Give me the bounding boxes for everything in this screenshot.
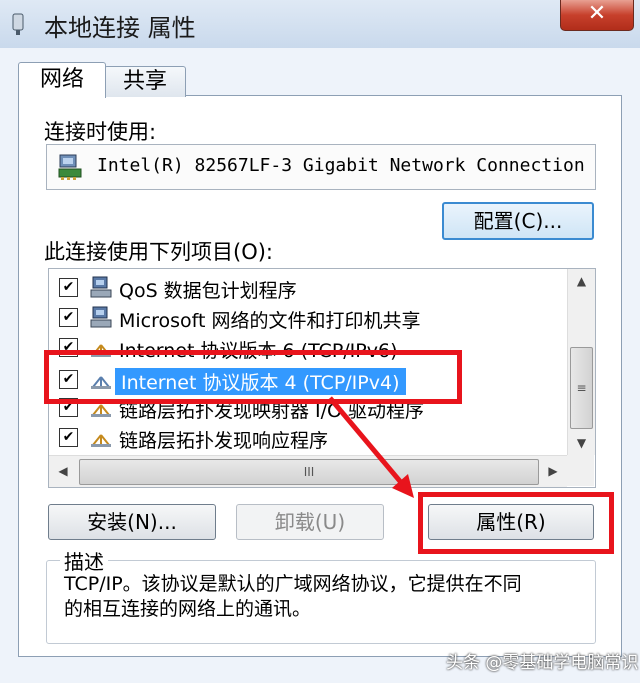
uninstall-button[interactable]: 卸载(U)	[236, 504, 384, 540]
item-checkbox[interactable]: ✔	[59, 278, 78, 297]
scroll-down-icon[interactable]: ▼	[568, 431, 595, 455]
annotation-box-properties	[418, 492, 614, 554]
scrollbar-corner	[567, 455, 594, 486]
scroll-thumb[interactable]: ≡	[570, 347, 593, 429]
items-label: 此连接使用下列项目(O):	[44, 240, 273, 264]
item-label: 链路层拓扑发现响应程序	[119, 430, 329, 452]
description-line: 的相互连接的网络上的通讯。	[64, 598, 312, 620]
scroll-left-icon[interactable]: ◀	[49, 456, 77, 487]
description-legend: 描述	[60, 546, 108, 575]
vertical-scrollbar[interactable]: ▲ ≡ ▼	[567, 269, 595, 455]
description-line: TCP/IP。该协议是默认的广域网络协议，它提供在不同	[64, 573, 522, 595]
service-icon	[90, 306, 112, 328]
watermark: 头条 @零基础学电脑常识	[446, 653, 639, 673]
item-label: QoS 数据包计划程序	[119, 280, 297, 302]
network-connection-icon	[12, 13, 24, 35]
tab-sharing[interactable]: 共享	[104, 66, 186, 97]
scroll-up-icon[interactable]: ▲	[568, 269, 595, 293]
item-checkbox[interactable]: ✔	[59, 428, 78, 447]
scroll-right-icon[interactable]: ▶	[539, 456, 567, 487]
title-bar: 本地连接 属性 ✕	[0, 0, 640, 48]
connect-using-label: 连接时使用:	[44, 120, 157, 144]
install-button[interactable]: 安装(N)...	[48, 504, 216, 540]
close-button[interactable]: ✕	[560, 0, 634, 31]
network-adapter-icon	[58, 154, 82, 180]
description-text: TCP/IP。该协议是默认的广域网络协议，它提供在不同 的相互连接的网络上的通讯…	[64, 572, 594, 622]
list-item[interactable]: ✔ QoS 数据包计划程序	[49, 273, 567, 304]
list-item[interactable]: ✔ Microsoft 网络的文件和打印机共享	[49, 303, 567, 334]
item-label: Microsoft 网络的文件和打印机共享	[119, 310, 421, 332]
scroll-thumb[interactable]: III	[79, 459, 539, 485]
adapter-field: Intel(R) 82567LF-3 Gigabit Network Conne…	[46, 144, 596, 190]
configure-button[interactable]: 配置(C)...	[442, 202, 594, 240]
annotation-box-ipv4	[44, 350, 462, 404]
item-checkbox[interactable]: ✔	[59, 308, 78, 327]
adapter-name: Intel(R) 82567LF-3 Gigabit Network Conne…	[97, 155, 585, 176]
window-title: 本地连接 属性	[44, 14, 196, 42]
horizontal-scrollbar[interactable]: ◀ III ▶	[49, 455, 567, 487]
protocol-icon	[91, 434, 111, 447]
service-icon	[90, 276, 112, 298]
list-item[interactable]: ✔ 链路层拓扑发现响应程序	[49, 423, 567, 454]
tab-network[interactable]: 网络	[18, 62, 106, 98]
